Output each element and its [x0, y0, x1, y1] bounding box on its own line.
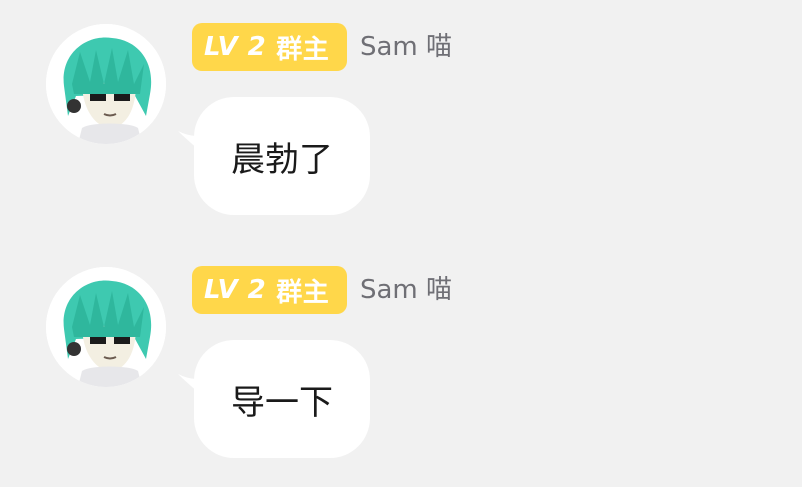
level-label: LV 2: [204, 32, 267, 62]
username[interactable]: Sam 喵: [360, 23, 452, 71]
chat-message: LV 2 群主 Sam 喵 晨勃了: [0, 0, 802, 230]
username[interactable]: Sam 喵: [360, 266, 452, 314]
anime-avatar-icon: [46, 24, 166, 144]
avatar[interactable]: [46, 24, 166, 144]
role-label: 群主: [276, 277, 330, 308]
group-owner-badge: LV 2 群主: [192, 266, 347, 314]
message-bubble[interactable]: 晨勃了: [194, 97, 370, 215]
level-label: LV 2: [204, 275, 267, 305]
message-bubble[interactable]: 导一下: [194, 340, 370, 458]
group-owner-badge: LV 2 群主: [192, 23, 347, 71]
chat-message: LV 2 群主 Sam 喵 导一下: [0, 243, 802, 473]
avatar[interactable]: [46, 267, 166, 387]
anime-avatar-icon: [46, 267, 166, 387]
role-label: 群主: [276, 34, 330, 65]
